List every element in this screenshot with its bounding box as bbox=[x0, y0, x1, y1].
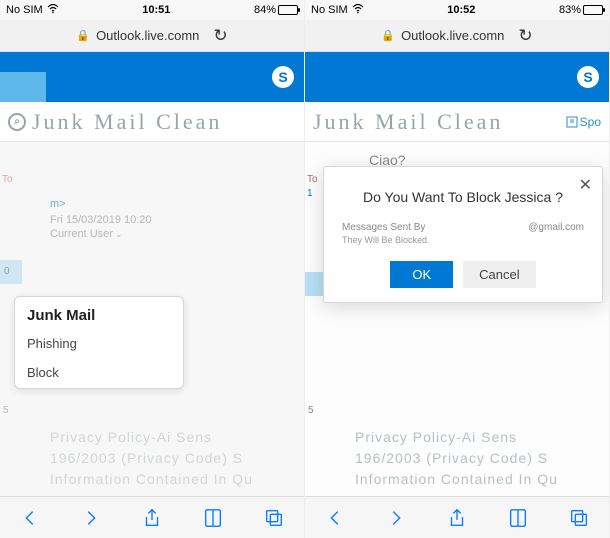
search-icon[interactable]: ⌕ bbox=[8, 113, 26, 131]
junk-mail-popover: Junk Mail Phishing Block bbox=[14, 296, 184, 389]
modal-msg-email: @gmail.com bbox=[528, 222, 584, 233]
page-title-bar: ⌕ Junk Mail Clean bbox=[0, 102, 304, 142]
footer-text: Privacy Policy-Ai Sens 196/2003 (Privacy… bbox=[355, 421, 609, 496]
lock-icon: 🔒 bbox=[381, 29, 395, 42]
reload-icon[interactable]: ↻ bbox=[213, 26, 227, 46]
modal-msg-label: Messages Sent By bbox=[342, 222, 425, 233]
modal-buttons: OK Cancel bbox=[336, 261, 590, 288]
lock-icon: 🔒 bbox=[76, 29, 90, 42]
to-label: To bbox=[307, 174, 318, 185]
cancel-button[interactable]: Cancel bbox=[463, 261, 535, 288]
wifi-icon bbox=[47, 4, 59, 17]
battery-indicator: 84% bbox=[254, 4, 298, 16]
battery-icon bbox=[583, 5, 603, 15]
modal-title: Do You Want To Block Jessica ? bbox=[336, 181, 590, 222]
mail-content: 0 To m> Fri 15/03/2019 10:20 Current Use… bbox=[0, 142, 304, 496]
clock: 10:52 bbox=[364, 4, 559, 16]
tabs-button[interactable] bbox=[568, 507, 590, 529]
modal-message-row: Messages Sent By @gmail.com bbox=[336, 222, 590, 233]
popover-phishing[interactable]: Phishing bbox=[15, 330, 183, 359]
battery-indicator: 83% bbox=[559, 4, 603, 16]
share-button[interactable] bbox=[141, 507, 163, 529]
phone-left: No SIM 10:51 84% 🔒 Outlook.live.comn ↻ S… bbox=[0, 0, 305, 538]
back-button[interactable] bbox=[19, 507, 41, 529]
wifi-icon bbox=[352, 4, 364, 17]
page-title: Junk Mail Clean bbox=[32, 109, 222, 135]
url-text: Outlook.live.comn bbox=[96, 28, 199, 43]
carrier-label: No SIM bbox=[311, 4, 348, 16]
header-highlight bbox=[0, 72, 46, 102]
browser-url-bar[interactable]: 🔒 Outlook.live.comn ↻ bbox=[0, 20, 304, 52]
safari-toolbar bbox=[305, 496, 609, 538]
reload-icon[interactable]: ↻ bbox=[518, 26, 532, 46]
battery-icon bbox=[278, 5, 298, 15]
popover-block[interactable]: Block bbox=[15, 359, 183, 388]
phone-right: No SIM 10:52 83% 🔒 Outlook.live.comn ↻ S… bbox=[305, 0, 610, 538]
modal-message-sub: They Will Be Blocked. bbox=[336, 233, 590, 261]
share-button[interactable] bbox=[446, 507, 468, 529]
outlook-header-bar: S bbox=[0, 52, 304, 102]
outlook-header-bar: S bbox=[305, 52, 609, 102]
url-text: Outlook.live.comn bbox=[401, 28, 504, 43]
page-title: Junk Mail Clean bbox=[313, 109, 503, 135]
mail-content: To 1 Ciao? 5 Privacy Policy-Ai Sens 196/… bbox=[305, 142, 609, 496]
skype-icon[interactable]: S bbox=[577, 66, 599, 88]
forward-button[interactable] bbox=[80, 507, 102, 529]
tabs-button[interactable] bbox=[263, 507, 285, 529]
safari-toolbar bbox=[0, 496, 304, 538]
browser-url-bar[interactable]: 🔒 Outlook.live.comn ↻ bbox=[305, 20, 609, 52]
bookmarks-button[interactable] bbox=[202, 507, 224, 529]
side-one: 1 bbox=[307, 188, 313, 199]
popover-header: Junk Mail bbox=[15, 297, 183, 330]
bookmarks-button[interactable] bbox=[507, 507, 529, 529]
block-sender-modal: ✕ Do You Want To Block Jessica ? Message… bbox=[323, 166, 603, 303]
close-icon[interactable]: ✕ bbox=[579, 175, 592, 195]
skype-icon[interactable]: S bbox=[272, 66, 294, 88]
carrier-label: No SIM bbox=[6, 4, 43, 16]
status-bar: No SIM 10:52 83% bbox=[305, 0, 609, 20]
side-count: 5 bbox=[308, 405, 314, 416]
page-title-bar: Junk Mail Clean Spo bbox=[305, 102, 609, 142]
back-button[interactable] bbox=[324, 507, 346, 529]
sponsor-link[interactable]: Spo bbox=[566, 115, 601, 129]
clock: 10:51 bbox=[59, 4, 254, 16]
status-bar: No SIM 10:51 84% bbox=[0, 0, 304, 20]
ok-button[interactable]: OK bbox=[390, 261, 453, 288]
forward-button[interactable] bbox=[385, 507, 407, 529]
